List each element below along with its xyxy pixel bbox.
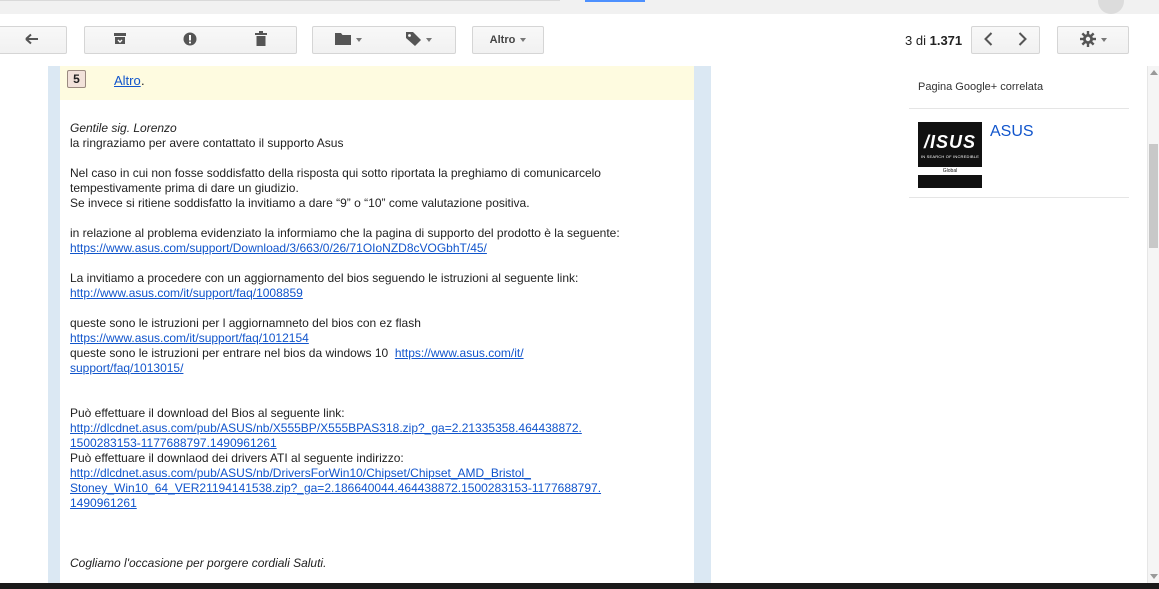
scroll-down-arrow-icon[interactable] xyxy=(1150,574,1158,579)
active-tab-indicator xyxy=(585,0,645,2)
chevron-down-icon xyxy=(520,38,527,42)
arrow-left-icon xyxy=(24,33,39,48)
show-more-link[interactable]: Altro xyxy=(114,73,141,88)
left-gutter xyxy=(0,66,48,583)
bios-windows-text: queste sono le istruzioni per entrare ne… xyxy=(70,346,389,360)
bios-download-link[interactable]: http://dlcdnet.asus.com/pub/ASUS/nb/X555… xyxy=(70,421,582,435)
counter-of: di xyxy=(915,33,926,48)
chevron-right-icon xyxy=(1018,31,1027,49)
top-divider xyxy=(0,0,560,1)
label-icon xyxy=(406,31,421,49)
more-button[interactable]: Altro xyxy=(472,26,544,54)
report-spam-icon xyxy=(183,32,197,49)
right-sidebar: Pagina Google+ correlata /ISUS IN SEARCH… xyxy=(711,66,1147,583)
folder-icon xyxy=(334,32,351,48)
chevron-down-icon xyxy=(1100,38,1107,42)
asus-logo-mark: /ISUS xyxy=(923,132,976,152)
bios-update-text: La invitiamo a procedere con un aggiorna… xyxy=(70,271,579,285)
support-page-link[interactable]: https://www.asus.com/support/Download/3/… xyxy=(70,241,487,255)
thanks-line: la ringraziamo per avere contattato il s… xyxy=(70,136,344,150)
account-avatar[interactable] xyxy=(1098,0,1124,14)
ez-flash-link[interactable]: https://www.asus.com/it/support/faq/1012… xyxy=(70,331,309,345)
related-page-name[interactable]: ASUS xyxy=(990,123,1034,141)
ati-drivers-link-cont2[interactable]: 1490961261 xyxy=(70,496,137,510)
more-button-label: Altro xyxy=(489,34,516,46)
trash-icon xyxy=(254,31,267,49)
rating-text-line2: tempestivamente prima di dare un giudizi… xyxy=(70,181,299,195)
page-scrollbar[interactable] xyxy=(1147,66,1159,583)
rating-text-line1: Nel caso in cui non fosse soddisfatto de… xyxy=(70,166,601,180)
scroll-thumb[interactable] xyxy=(1149,144,1158,248)
related-page-title: Pagina Google+ correlata xyxy=(918,81,1044,93)
ez-flash-text: queste sono le istruzioni per l aggiorna… xyxy=(70,316,421,330)
support-page-text: in relazione al problema evidenziato la … xyxy=(70,226,620,240)
chevron-down-icon xyxy=(426,38,432,42)
back-button[interactable] xyxy=(0,26,67,54)
ati-drivers-text: Può effettuare il downlaod dei drivers A… xyxy=(70,451,404,465)
gear-icon xyxy=(1079,30,1096,50)
browser-top-strip xyxy=(0,0,1159,14)
labels-button[interactable] xyxy=(383,26,456,54)
scroll-up-arrow-icon[interactable] xyxy=(1150,70,1158,75)
older-button[interactable] xyxy=(1005,26,1040,54)
greeting: Gentile sig. Lorenzo xyxy=(70,121,177,135)
bios-download-text: Può effettuare il download del Bios al s… xyxy=(70,406,345,420)
chevron-down-icon xyxy=(355,38,362,42)
archive-button[interactable] xyxy=(84,26,156,54)
collapsed-messages-bar: 5 Altro . xyxy=(60,66,694,100)
bios-windows-link-cont[interactable]: support/faq/1013015/ xyxy=(70,361,183,375)
closing-line: Cogliamo l'occasione per porgere cordial… xyxy=(70,556,327,570)
sidebar-divider xyxy=(909,108,1129,109)
collapsed-count-badge[interactable]: 5 xyxy=(67,70,86,88)
newer-button[interactable] xyxy=(971,26,1006,54)
message-toolbar: Altro 3 di 1.371 xyxy=(0,14,1159,67)
ati-drivers-link-cont[interactable]: Stoney_Win10_64_VER21194141538.zip?_ga=2… xyxy=(70,481,601,495)
archive-icon xyxy=(113,32,127,48)
bios-download-link-cont[interactable]: 1500283153-1177688797.1490961261 xyxy=(70,436,277,450)
settings-button[interactable] xyxy=(1057,26,1129,54)
asus-logo[interactable]: /ISUS IN SEARCH OF INCREDIBLE Global xyxy=(918,122,982,188)
report-spam-button[interactable] xyxy=(155,26,226,54)
show-more-dot: . xyxy=(141,73,145,88)
delete-button[interactable] xyxy=(225,26,297,54)
counter-position: 3 xyxy=(905,33,913,48)
message-panel: 5 Altro . Gentile sig. Lorenzo la ringra… xyxy=(60,66,694,583)
bios-faq-link[interactable]: http://www.asus.com/it/support/faq/10088… xyxy=(70,286,303,300)
asus-logo-region: Global xyxy=(918,167,982,175)
chevron-left-icon xyxy=(984,31,993,49)
ati-drivers-link[interactable]: http://dlcdnet.asus.com/pub/ASUS/nb/Driv… xyxy=(70,466,531,480)
bios-windows-link[interactable]: https://www.asus.com/it/ xyxy=(395,346,524,360)
message-body: Gentile sig. Lorenzo la ringraziamo per … xyxy=(70,121,670,571)
taskbar-edge xyxy=(0,583,1159,589)
sidebar-divider xyxy=(909,197,1129,198)
counter-total: 1.371 xyxy=(929,33,963,48)
message-counter: 3 di 1.371 xyxy=(905,33,962,48)
rating-text-line3: Se invece si ritiene soddisfatto la invi… xyxy=(70,196,530,210)
move-to-button[interactable] xyxy=(312,26,384,54)
asus-logo-tagline: IN SEARCH OF INCREDIBLE xyxy=(920,154,980,159)
